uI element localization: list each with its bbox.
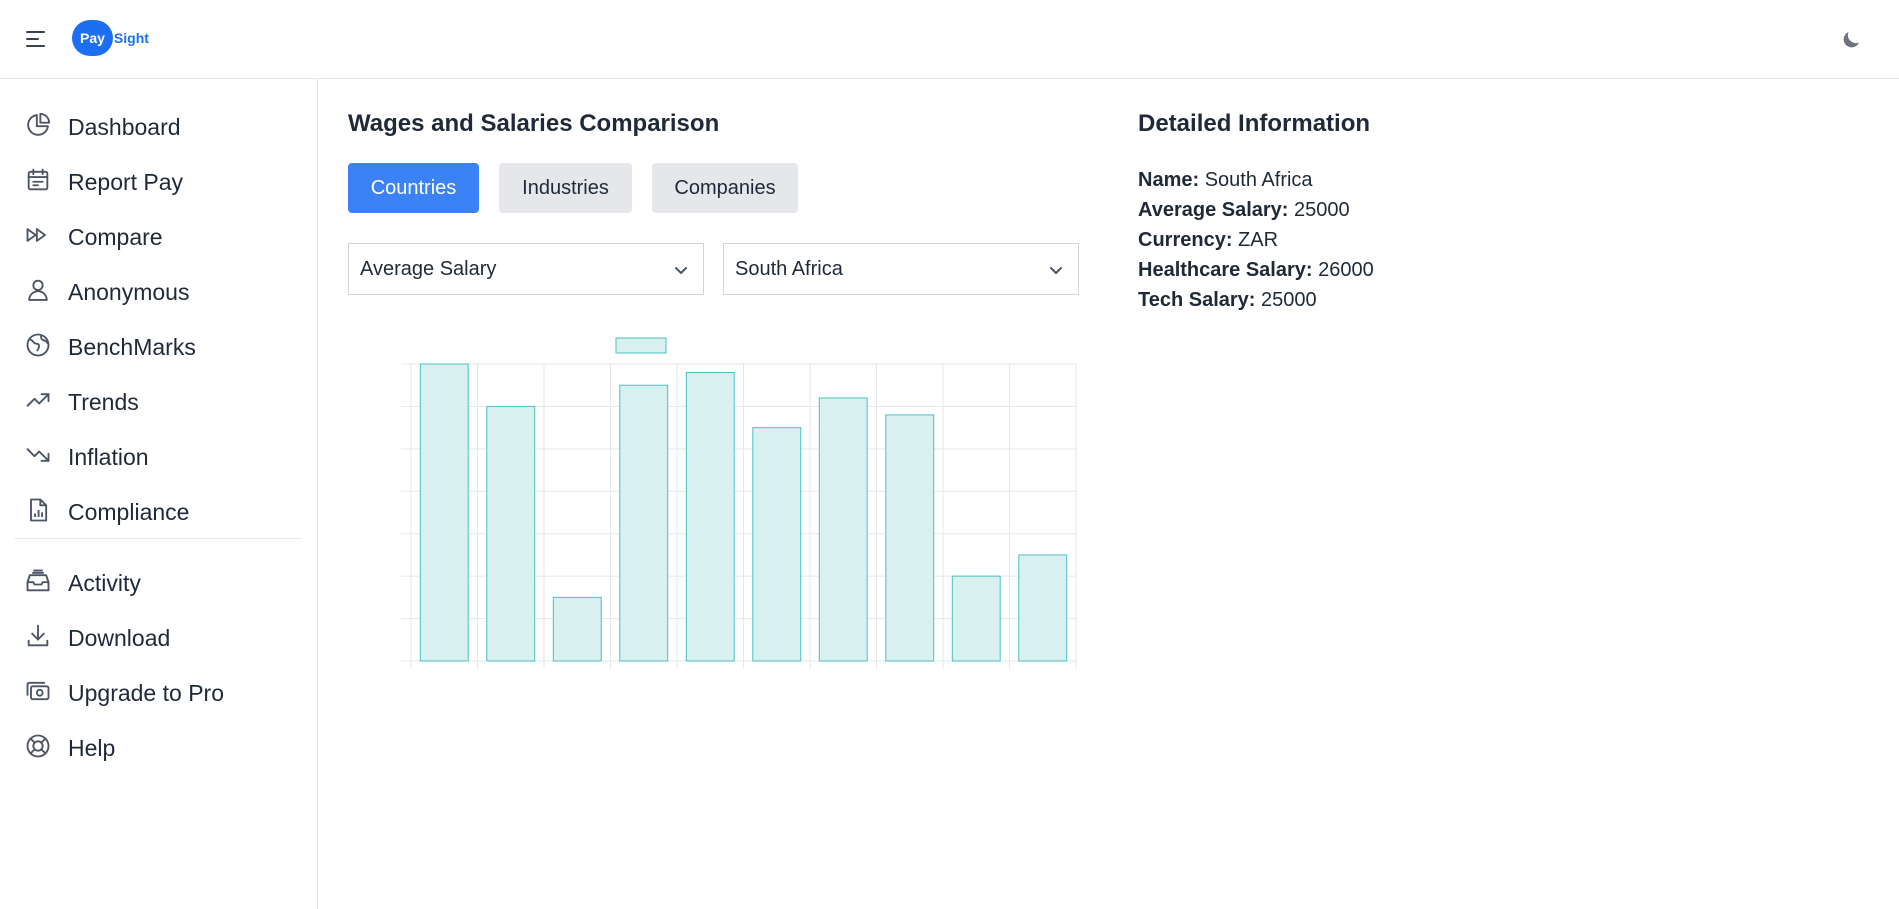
globe-icon: [24, 331, 52, 364]
sidebar-item-label: BenchMarks: [68, 333, 196, 360]
sidebar: Dashboard Report Pay Compare Anonymous B…: [0, 79, 318, 909]
sidebar-item-dashboard[interactable]: Dashboard: [14, 105, 304, 149]
detail-row-healthcare-salary: Healthcare Salary: 26000: [1138, 255, 1374, 285]
detail-key: Healthcare Salary:: [1138, 259, 1313, 281]
detail-row-currency: Currency: ZAR: [1138, 225, 1374, 255]
bar: [1018, 554, 1068, 662]
sidebar-item-anonymous[interactable]: Anonymous: [14, 270, 304, 314]
sidebar-item-report-pay[interactable]: Report Pay: [14, 160, 304, 204]
sidebar-item-label: Help: [68, 734, 116, 761]
sidebar-item-label: Report Pay: [68, 168, 184, 195]
detail-key: Average Salary:: [1138, 199, 1289, 221]
download-icon: [24, 622, 52, 655]
sidebar-item-inflation[interactable]: Inflation: [14, 435, 304, 479]
sidebar-item-activity[interactable]: Activity: [14, 561, 304, 605]
sidebar-item-label: Inflation: [68, 443, 149, 470]
metric-select[interactable]: Average Salary: [348, 243, 704, 295]
detail-row-name: Name: South Africa: [1138, 165, 1374, 195]
detail-value: 25000: [1294, 199, 1350, 221]
trending-up-icon: [24, 386, 52, 419]
country-select[interactable]: South Africa: [723, 243, 1079, 295]
details-panel: Name: South Africa Average Salary: 25000…: [1138, 165, 1374, 315]
sidebar-item-label: Activity: [68, 569, 141, 596]
bar: [552, 596, 602, 662]
detail-row-average-salary: Average Salary: 25000: [1138, 195, 1374, 225]
legend-swatch: [615, 337, 667, 354]
logo-text: Sight: [113, 30, 149, 46]
app-logo[interactable]: Pay Sight: [72, 20, 149, 56]
trending-down-icon: [24, 441, 52, 474]
sidebar-item-label: Download: [68, 624, 171, 651]
pie-chart-icon: [24, 111, 52, 144]
top-bar: Pay Sight: [0, 0, 1899, 79]
sidebar-item-label: Dashboard: [68, 113, 181, 140]
bar: [752, 427, 802, 662]
country-select-value: South Africa: [735, 257, 843, 280]
document-chart-icon: [24, 496, 52, 529]
lifebuoy-icon: [24, 732, 52, 765]
sidebar-item-label: Compliance: [68, 498, 190, 525]
cash-icon: [24, 677, 52, 710]
bar: [685, 371, 735, 662]
sidebar-item-compare[interactable]: Compare: [14, 215, 304, 259]
user-icon: [24, 276, 52, 309]
bar: [951, 575, 1001, 662]
salary-bar-chart: [401, 337, 1077, 669]
metric-select-value: Average Salary: [360, 257, 497, 280]
detail-key: Currency:: [1138, 229, 1233, 251]
sidebar-item-upgrade-to-pro[interactable]: Upgrade to Pro: [14, 671, 304, 715]
tab-countries[interactable]: Countries: [348, 163, 479, 213]
moon-icon[interactable]: [1839, 28, 1863, 52]
detail-value: South Africa: [1204, 169, 1313, 191]
bar: [419, 363, 469, 662]
detail-key: Name:: [1138, 169, 1200, 191]
sidebar-item-trends[interactable]: Trends: [14, 380, 304, 424]
detail-key: Tech Salary:: [1138, 289, 1256, 311]
detail-value: 26000: [1318, 259, 1374, 281]
sidebar-item-label: Trends: [68, 388, 139, 415]
hamburger-menu-icon[interactable]: [24, 27, 48, 51]
inbox-stack-icon: [24, 567, 52, 600]
comparison-title: Wages and Salaries Comparison: [348, 110, 720, 137]
chevron-down-icon: [1050, 267, 1062, 274]
details-title: Detailed Information: [1138, 110, 1371, 137]
sidebar-item-label: Upgrade to Pro: [68, 679, 224, 706]
sidebar-item-compliance[interactable]: Compliance: [14, 490, 304, 534]
detail-row-tech-salary: Tech Salary: 25000: [1138, 285, 1374, 315]
detail-value: 25000: [1261, 289, 1317, 311]
fast-forward-icon: [24, 221, 52, 254]
bar: [885, 414, 935, 662]
tab-companies[interactable]: Companies: [652, 163, 798, 213]
bar: [818, 397, 868, 662]
bar: [486, 405, 536, 662]
chevron-down-icon: [675, 267, 687, 274]
sidebar-item-label: Anonymous: [68, 278, 190, 305]
sidebar-item-download[interactable]: Download: [14, 616, 304, 660]
calendar-icon: [24, 166, 52, 199]
bar: [619, 384, 669, 662]
sidebar-divider: [14, 538, 302, 539]
detail-value: ZAR: [1238, 229, 1279, 251]
sidebar-item-benchmarks[interactable]: BenchMarks: [14, 325, 304, 369]
sidebar-item-label: Compare: [68, 223, 163, 250]
tab-industries[interactable]: Industries: [499, 163, 632, 213]
sidebar-item-help[interactable]: Help: [14, 726, 304, 770]
logo-pill: Pay: [72, 20, 113, 56]
